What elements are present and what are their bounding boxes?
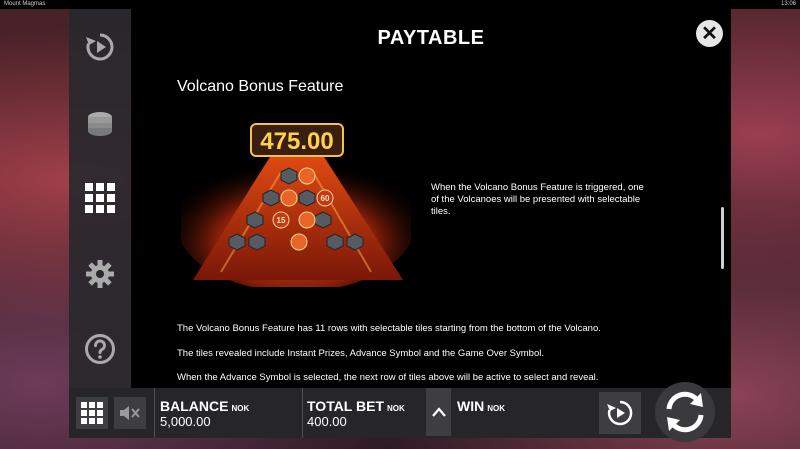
scrollbar[interactable] (721, 207, 724, 269)
mute-icon (120, 406, 140, 420)
sound-toggle-button[interactable] (114, 397, 146, 429)
spin-button[interactable] (655, 382, 715, 442)
total-bet-label: TOTAL BET NOK (307, 398, 405, 414)
sidebar-item-paytable[interactable] (82, 180, 118, 216)
paytable-panel: PAYTABLE ✕ Volcano Bonus Feature 475.00 (131, 9, 731, 388)
prize-amount: 475.00 (260, 128, 333, 155)
bottom-bar: BALANCE NOK 5,000.00 TOTAL BET NOK 400.00 … (69, 382, 731, 442)
balance-unit: NOK (231, 404, 250, 413)
sidebar-item-settings[interactable] (82, 256, 118, 292)
sidebar-item-help[interactable] (82, 331, 118, 367)
divider (302, 388, 303, 438)
total-bet-value: 400.00 (307, 414, 347, 429)
replay-icon (86, 33, 114, 61)
spin-icon (666, 391, 704, 433)
grid-icon (81, 402, 103, 424)
total-bet-label-text: TOTAL BET (307, 398, 384, 414)
paragraph: The tiles revealed include Instant Prize… (177, 348, 544, 359)
menu-button[interactable] (76, 397, 108, 429)
window-title: Mount Magmas (4, 1, 46, 7)
autoplay-button[interactable] (599, 392, 641, 434)
clock: 13:06 (780, 1, 796, 7)
win-label-text: WIN (457, 398, 485, 414)
tile-value: 15 (277, 216, 286, 225)
paragraph: The Volcano Bonus Feature has 11 rows wi… (177, 323, 601, 334)
win-unit: NOK (487, 404, 505, 413)
bet-expand-button[interactable] (426, 388, 451, 436)
total-bet-unit: NOK (387, 404, 405, 413)
sidebar-item-replay[interactable] (82, 29, 118, 65)
title-bar: Mount Magmas 13:06 (0, 0, 800, 9)
section-title: Volcano Bonus Feature (177, 78, 344, 95)
divider (154, 388, 155, 438)
feature-description: When the Volcano Bonus Feature is trigge… (431, 182, 644, 217)
close-button[interactable]: ✕ (696, 20, 723, 47)
tile-value: 60 (321, 194, 330, 203)
sidebar-item-bet[interactable] (82, 105, 118, 141)
help-icon (85, 334, 115, 364)
gear-icon (86, 260, 114, 288)
coins-icon (88, 112, 112, 136)
volcano-bonus-image: 475.00 60 15 (181, 123, 411, 287)
page-title: PAYTABLE (377, 27, 485, 49)
balance-label-text: BALANCE (160, 398, 229, 414)
sidebar-menu (69, 9, 131, 388)
balance-label: BALANCE NOK (160, 398, 249, 414)
win-label: WIN NOK (457, 398, 505, 414)
autoplay-icon (607, 400, 633, 426)
balance-value: 5,000.00 (160, 414, 211, 429)
close-icon: ✕ (701, 22, 718, 45)
paragraph: When the Advance Symbol is selected, the… (177, 372, 599, 383)
chevron-up-icon (431, 407, 446, 417)
grid-icon (85, 183, 115, 213)
